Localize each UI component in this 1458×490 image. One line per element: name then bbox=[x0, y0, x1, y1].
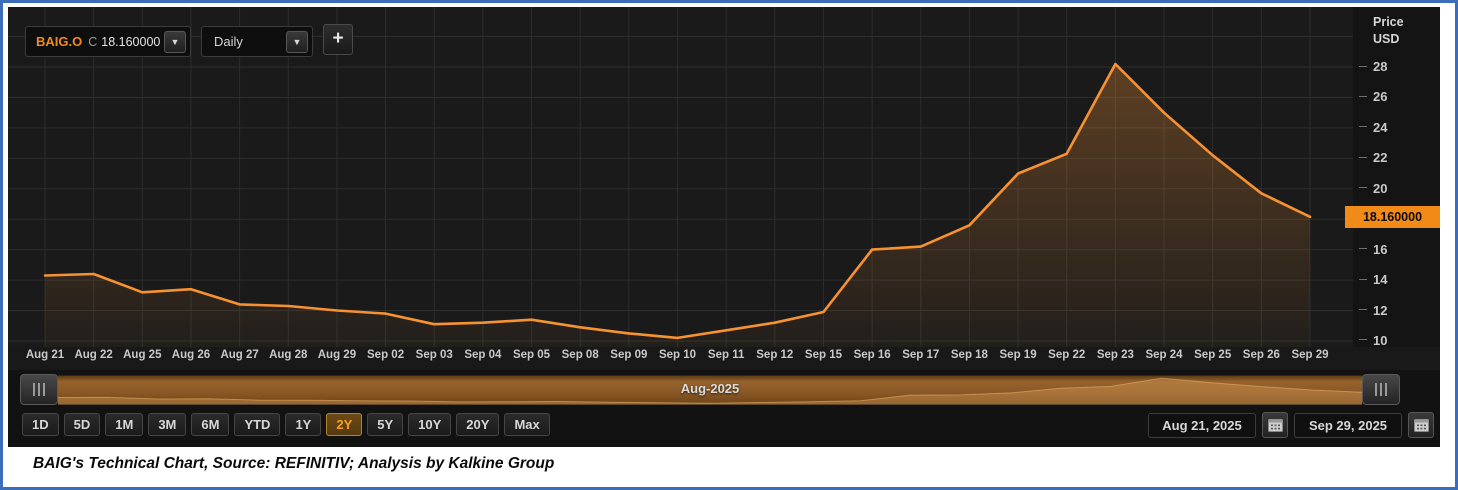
date-tick-label: Sep 09 bbox=[610, 349, 648, 361]
price-tick-label: 16 bbox=[1358, 241, 1388, 257]
price-tick-label: 22 bbox=[1358, 150, 1388, 166]
range-button-2y[interactable]: 2Y bbox=[326, 413, 363, 436]
add-chart-button[interactable]: + bbox=[323, 24, 353, 55]
price-axis-title-line1: Price bbox=[1373, 15, 1404, 29]
ticker-symbol: BAIG.O bbox=[36, 34, 83, 49]
chart-caption: BAIG's Technical Chart, Source: REFINITI… bbox=[33, 455, 555, 472]
date-range-pickers: Aug 21, 2025 Sep 29, 2025 bbox=[1148, 412, 1434, 438]
date-tick-label: Sep 03 bbox=[415, 349, 453, 361]
range-scrollbar[interactable]: Aug-2025 bbox=[20, 374, 1400, 405]
date-tick-label: Aug 25 bbox=[123, 349, 162, 361]
grip-icon bbox=[1374, 383, 1388, 396]
ticker-selector[interactable]: BAIG.O C 18.160000 ▼ bbox=[25, 26, 191, 57]
scrollbar-left-handle[interactable] bbox=[20, 374, 58, 405]
range-button-1m[interactable]: 1M bbox=[105, 413, 144, 436]
date-tick-label: Sep 11 bbox=[707, 349, 745, 361]
price-tick-label: 26 bbox=[1358, 89, 1388, 105]
date-tick-label: Aug 27 bbox=[220, 349, 259, 361]
price-axis-title: Price USD bbox=[1373, 14, 1404, 48]
close-prefix: C bbox=[88, 34, 98, 49]
calendar-icon bbox=[1267, 419, 1283, 432]
date-tick-label: Sep 17 bbox=[902, 349, 940, 361]
date-tick-label: Sep 24 bbox=[1145, 349, 1183, 361]
range-button-20y[interactable]: 20Y bbox=[456, 413, 500, 436]
calendar-icon bbox=[1413, 419, 1429, 432]
scrollbar-right-handle[interactable] bbox=[1362, 374, 1400, 405]
date-tick-label: Sep 08 bbox=[561, 349, 599, 361]
date-tick-label: Sep 10 bbox=[658, 349, 697, 361]
range-button-10y[interactable]: 10Y bbox=[408, 413, 452, 436]
date-tick-label: Sep 05 bbox=[512, 349, 551, 361]
ticker-dropdown-button[interactable]: ▼ bbox=[164, 30, 186, 53]
price-line-chart bbox=[8, 7, 1353, 347]
date-tick-label: Sep 12 bbox=[756, 349, 794, 361]
range-button-5y[interactable]: 5Y bbox=[367, 413, 404, 436]
scrollbar-track[interactable]: Aug-2025 bbox=[58, 375, 1362, 405]
range-button-1d[interactable]: 1D bbox=[22, 413, 59, 436]
date-tick-label: Sep 15 bbox=[804, 349, 842, 361]
date-tick-label: Sep 26 bbox=[1242, 349, 1280, 361]
price-tick-label: 14 bbox=[1358, 272, 1388, 288]
date-tick-label: Sep 29 bbox=[1291, 349, 1329, 361]
chart-panel: Price USD 28 26 24 22 20 16 14 12 10 18.160000 B… bbox=[8, 7, 1440, 447]
chart-widget-frame: Price USD 28 26 24 22 20 16 14 12 10 18.160000 B… bbox=[0, 0, 1458, 490]
range-button-ytd[interactable]: YTD bbox=[234, 413, 281, 436]
date-tick-label: Sep 25 bbox=[1194, 349, 1232, 361]
start-date-field[interactable]: Aug 21, 2025 bbox=[1148, 412, 1256, 438]
range-button-row: 1D 5D 1M 3M 6M YTD 1Y 2Y 5Y 10Y 20Y Max bbox=[22, 413, 550, 436]
scrollbar-period-label: Aug-2025 bbox=[680, 381, 740, 396]
date-tick-label: Aug 28 bbox=[269, 349, 308, 361]
interval-label: Daily bbox=[214, 34, 243, 49]
range-button-6m[interactable]: 6M bbox=[191, 413, 230, 436]
date-tick-label: Aug 26 bbox=[171, 349, 211, 361]
range-button-max[interactable]: Max bbox=[504, 413, 550, 436]
date-tick-label: Aug 29 bbox=[317, 349, 357, 361]
last-price-badge: 18.160000 bbox=[1345, 205, 1440, 228]
interval-selector[interactable]: Daily ▼ bbox=[201, 26, 313, 57]
price-axis: Price USD 28 26 24 22 20 16 14 12 10 18.160000 bbox=[1345, 7, 1440, 348]
date-axis: Aug 21 Aug 22 Aug 25 Aug 26 Aug 27 Aug 28 Aug … bbox=[8, 349, 1353, 369]
date-tick-label: Sep 22 bbox=[1048, 349, 1086, 361]
date-tick-label: Sep 23 bbox=[1096, 349, 1134, 361]
range-button-3m[interactable]: 3M bbox=[148, 413, 187, 436]
start-date-calendar-button[interactable] bbox=[1262, 412, 1288, 438]
price-tick-label: 28 bbox=[1358, 59, 1388, 74]
date-tick-label: Aug 21 bbox=[25, 349, 65, 361]
range-button-1y[interactable]: 1Y bbox=[285, 413, 322, 436]
date-tick-label: Sep 04 bbox=[464, 349, 502, 361]
end-date-calendar-button[interactable] bbox=[1408, 412, 1434, 438]
price-tick-label: 24 bbox=[1358, 119, 1388, 135]
price-tick-label: 10 bbox=[1358, 332, 1388, 348]
price-chart-plot bbox=[8, 7, 1353, 347]
end-date-field[interactable]: Sep 29, 2025 bbox=[1294, 412, 1402, 438]
interval-dropdown-button[interactable]: ▼ bbox=[286, 30, 308, 53]
date-tick-label: Aug 22 bbox=[74, 349, 113, 361]
date-tick-label: Sep 02 bbox=[367, 349, 405, 361]
close-price-value: 18.160000 bbox=[101, 34, 161, 49]
price-axis-title-line2: USD bbox=[1373, 32, 1400, 46]
price-tick-label: 12 bbox=[1358, 302, 1388, 318]
date-tick-label: Sep 18 bbox=[950, 349, 988, 361]
date-tick-label: Sep 16 bbox=[853, 349, 891, 361]
grip-icon bbox=[32, 383, 46, 396]
date-tick-label: Sep 19 bbox=[999, 349, 1037, 361]
range-button-5d[interactable]: 5D bbox=[63, 413, 101, 436]
price-tick-label: 20 bbox=[1358, 180, 1388, 196]
